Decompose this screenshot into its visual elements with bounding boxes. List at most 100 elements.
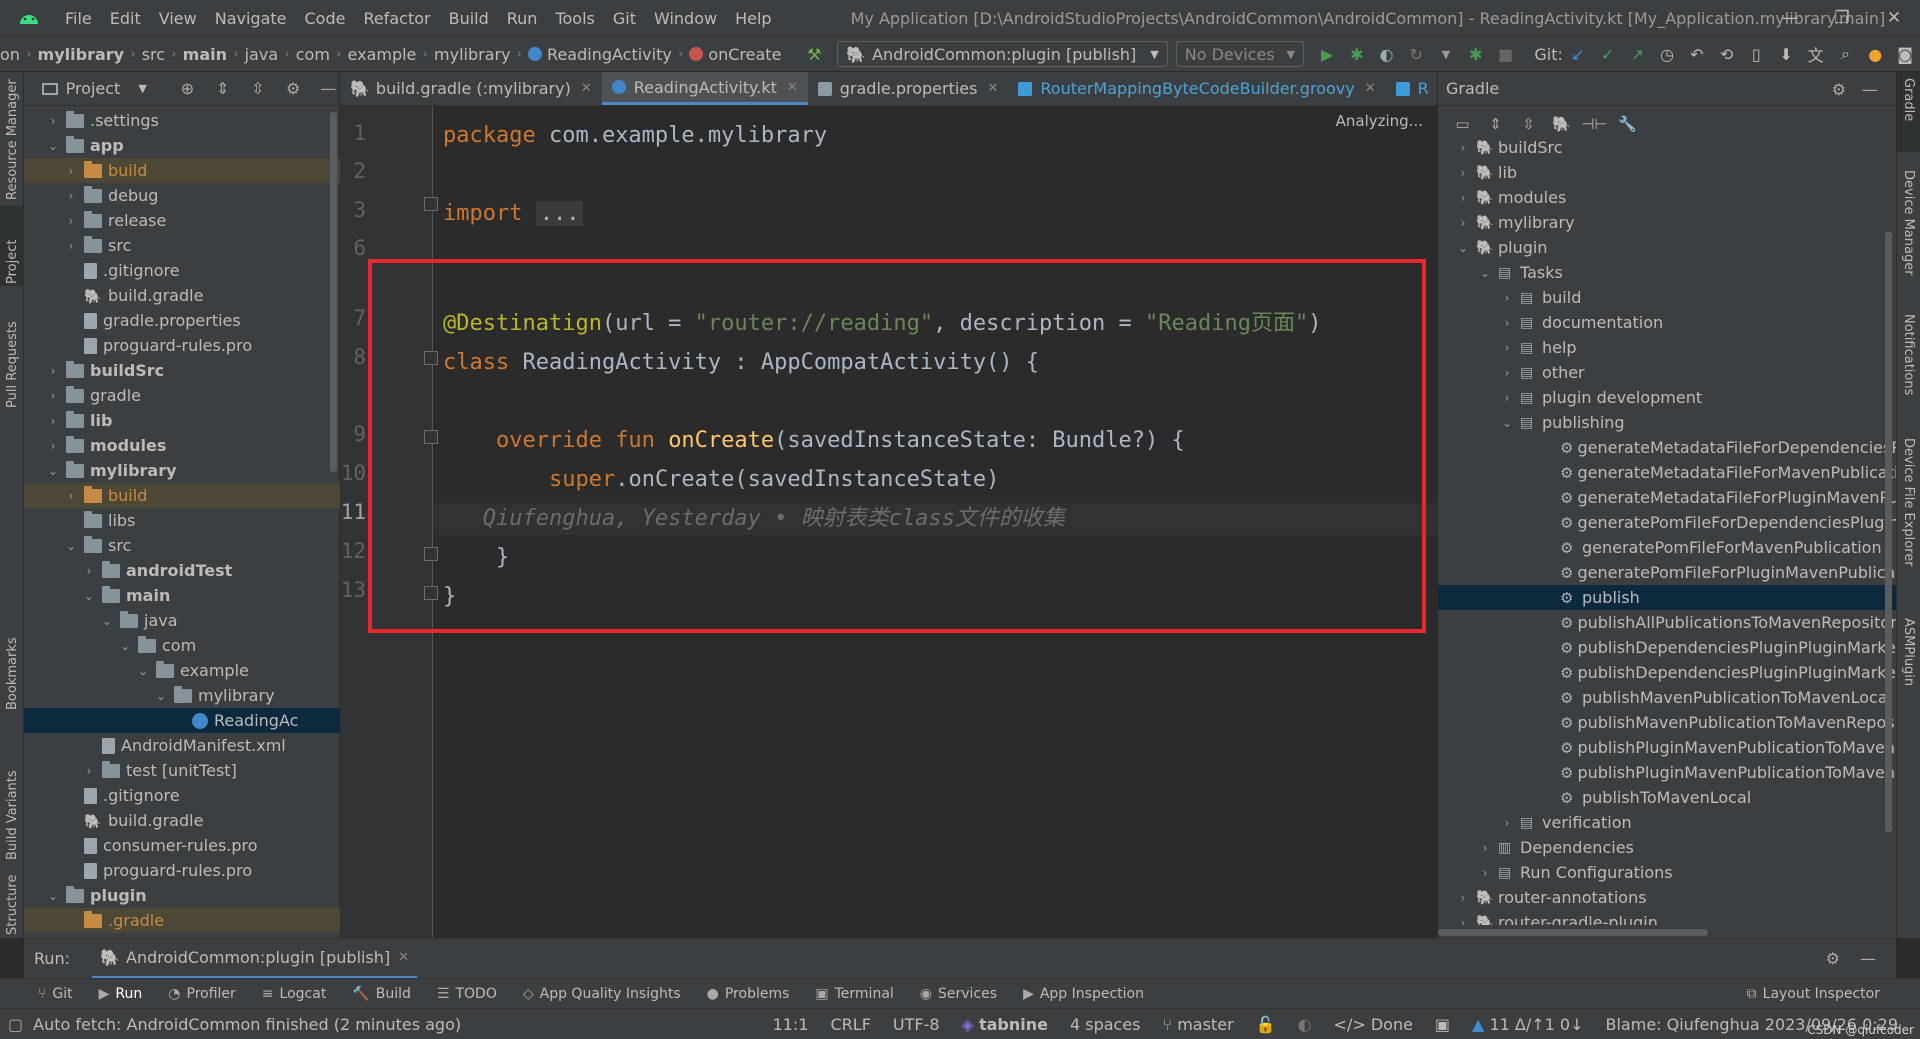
chevron-right-icon[interactable]: ›: [64, 489, 78, 503]
project-tree-row[interactable]: libs: [24, 508, 340, 533]
gear-icon[interactable]: ⚙: [283, 79, 304, 98]
gradle-tree-row[interactable]: ⚙ publishMavenPublicationToMavenReposito: [1438, 710, 1897, 735]
gradle-tree-row[interactable]: ⚙ publishPluginMavenPublicationToMavenRe: [1438, 760, 1897, 785]
menu-git[interactable]: Git: [604, 9, 645, 28]
tab-build-gradle[interactable]: 🐘 build.gradle (:mylibrary) ✕: [340, 72, 602, 105]
chevron-right-icon[interactable]: ›: [1456, 891, 1470, 905]
project-tree-row[interactable]: › buildSrc: [24, 358, 340, 383]
restore-button[interactable]: ❐: [1816, 0, 1868, 36]
expand-all-icon[interactable]: ⇕: [212, 79, 233, 98]
chevron-down-icon[interactable]: ⌄: [136, 664, 150, 678]
search-icon[interactable]: ⌕: [1831, 40, 1861, 68]
gradle-tree-row[interactable]: › 🐘 router-annotations: [1438, 885, 1897, 910]
gradle-tree-row[interactable]: ⚙ publishAllPublicationsToMavenRepository: [1438, 610, 1897, 635]
locate-icon[interactable]: ⊕: [177, 79, 198, 98]
device-manager-icon[interactable]: ▯: [1741, 40, 1771, 68]
gradle-tree-row[interactable]: ⚙ publishDependenciesPluginPluginMarkerM: [1438, 635, 1897, 660]
menu-code[interactable]: Code: [296, 9, 355, 28]
project-tree-row[interactable]: › lib: [24, 408, 340, 433]
chevron-right-icon[interactable]: ›: [82, 764, 96, 778]
breadcrumb-com[interactable]: com: [296, 45, 330, 64]
chevron-down-icon[interactable]: ⌄: [1478, 266, 1492, 280]
project-tree-row[interactable]: › modules: [24, 433, 340, 458]
project-tree-row[interactable]: › gradle: [24, 383, 340, 408]
gradle-tree-row[interactable]: ⚙ generatePomFileForMavenPublication: [1438, 535, 1897, 560]
close-icon[interactable]: ✕: [581, 81, 592, 96]
gradle-tree-row[interactable]: ⚙ generateMetadataFileForPluginMavenPubl: [1438, 485, 1897, 510]
project-tree-row[interactable]: › src: [24, 233, 340, 258]
chevron-down-icon[interactable]: ⌄: [46, 464, 60, 478]
sync-gradle-icon[interactable]: ⟲: [1712, 40, 1742, 68]
tool-window-git[interactable]: ⑂ Git: [38, 986, 73, 1002]
gradle-tree-row[interactable]: ⚙ publishPluginMavenPublicationToMavenL: [1438, 735, 1897, 760]
tool-window-build[interactable]: 🔨 Build: [352, 986, 411, 1002]
ai-status-icon[interactable]: ◐: [1298, 1015, 1312, 1034]
gradle-tree-row[interactable]: ⚙ generatePomFileForDependenciesPluginPl: [1438, 510, 1897, 535]
breadcrumb-mylibrary[interactable]: mylibrary: [38, 45, 125, 64]
project-tree-row[interactable]: › debug: [24, 183, 340, 208]
chevron-right-icon[interactable]: ›: [1456, 916, 1470, 926]
menu-run[interactable]: Run: [498, 9, 547, 28]
chevron-right-icon[interactable]: ›: [64, 164, 78, 178]
line-separator[interactable]: CRLF: [831, 1015, 871, 1034]
gradle-tree-row[interactable]: ⚙ generatePomFileForPluginMavenPublicatio: [1438, 560, 1897, 585]
chevron-right-icon[interactable]: ›: [46, 414, 60, 428]
gradle-h-scrollbar[interactable]: [1438, 929, 1708, 936]
minimize-button[interactable]: —: [1764, 0, 1816, 36]
gradle-tree-row[interactable]: › ▤ documentation: [1438, 310, 1897, 335]
close-window-button[interactable]: ✕: [1868, 0, 1920, 36]
history-icon[interactable]: ◷: [1652, 40, 1682, 68]
project-tree-row[interactable]: ⌄ plugin: [24, 883, 340, 908]
gradle-tree-row[interactable]: › 🐘 router-gradle-plugin: [1438, 910, 1897, 925]
breadcrumb-src[interactable]: src: [142, 45, 165, 64]
notifications-icon[interactable]: ▣: [1435, 1015, 1450, 1034]
gradle-tree-row[interactable]: › ▤ build: [1438, 285, 1897, 310]
debug-icon[interactable]: ✱: [1342, 40, 1372, 68]
chevron-right-icon[interactable]: ›: [1456, 191, 1470, 205]
gradle-tree-row[interactable]: ⌄ ▤ Tasks: [1438, 260, 1897, 285]
gradle-tree-row[interactable]: ⌄ ▤ publishing: [1438, 410, 1897, 435]
breadcrumb-example[interactable]: example: [348, 45, 417, 64]
menu-navigate[interactable]: Navigate: [206, 9, 296, 28]
menu-edit[interactable]: Edit: [101, 9, 150, 28]
tab-r[interactable]: R ▼ ⋮: [1386, 72, 1437, 105]
hide-icon[interactable]: —: [1860, 949, 1876, 968]
chevron-right-icon[interactable]: ›: [1500, 391, 1514, 405]
project-view-select[interactable]: Project: [66, 79, 121, 98]
git-update-icon[interactable]: ↙: [1563, 40, 1593, 68]
tab-build-variants[interactable]: Build Variants: [0, 752, 24, 862]
project-tree-row[interactable]: AndroidManifest.xml: [24, 733, 340, 758]
tab-pull-requests[interactable]: Pull Requests: [0, 290, 24, 410]
project-tree-row[interactable]: ⌄ example: [24, 658, 340, 683]
close-icon[interactable]: ✕: [1365, 81, 1376, 96]
menu-refactor[interactable]: Refactor: [354, 9, 439, 28]
tool-window-app-inspection[interactable]: ▶ App Inspection: [1023, 986, 1144, 1002]
chevron-right-icon[interactable]: ›: [64, 214, 78, 228]
tool-window-services[interactable]: ◉ Services: [920, 986, 997, 1002]
run-icon[interactable]: ▶: [1312, 40, 1342, 68]
close-icon[interactable]: ✕: [398, 950, 409, 965]
run-configuration-select[interactable]: 🐘 AndroidCommon:plugin [publish] ▼: [837, 41, 1168, 67]
gradle-tree-row[interactable]: › 🐘 lib: [1438, 160, 1897, 185]
breadcrumb-partial[interactable]: on: [0, 45, 20, 64]
tab-notifications[interactable]: Notifications: [1897, 308, 1920, 418]
chevron-right-icon[interactable]: ›: [1500, 366, 1514, 380]
git-branch[interactable]: ⑂ master: [1163, 1015, 1234, 1034]
menu-file[interactable]: File: [56, 9, 101, 28]
project-tree-row[interactable]: ⌄ src: [24, 533, 340, 558]
gradle-tree-row[interactable]: › ▤ Run Configurations: [1438, 860, 1897, 885]
project-tree-row[interactable]: consumer-rules.pro: [24, 833, 340, 858]
tab-resource-manager[interactable]: Resource Manager: [0, 72, 24, 202]
indent-setting[interactable]: 4 spaces: [1070, 1015, 1141, 1034]
gradle-tree-row[interactable]: › ▤ verification: [1438, 810, 1897, 835]
git-push-icon[interactable]: ↗: [1622, 40, 1652, 68]
chevron-down-icon[interactable]: ▼: [138, 82, 146, 95]
tab-gradle[interactable]: Gradle: [1897, 72, 1920, 152]
tab-device-manager[interactable]: Device Manager: [1897, 164, 1920, 294]
collapse-all-icon[interactable]: ⇳: [247, 79, 268, 98]
breadcrumb-oncreate[interactable]: onCreate: [708, 45, 781, 64]
project-tree-row[interactable]: ⌄ mylibrary: [24, 458, 340, 483]
run-tab[interactable]: 🐘 AndroidCommon:plugin [publish] ✕: [92, 939, 418, 979]
close-icon[interactable]: ✕: [787, 80, 798, 95]
stop-icon[interactable]: ■: [1491, 40, 1521, 68]
